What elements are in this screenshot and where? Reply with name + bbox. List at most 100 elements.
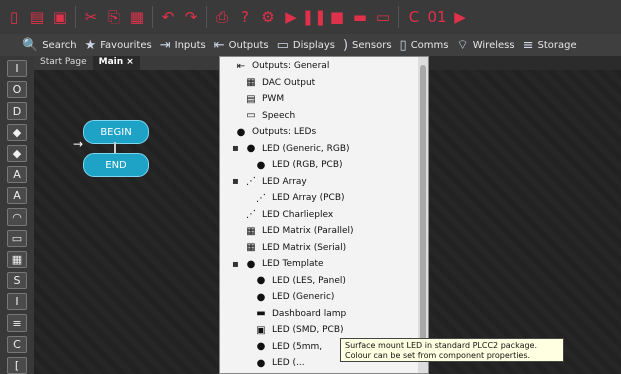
expander-icon[interactable]: ▪: [232, 176, 242, 187]
compile-c-icon[interactable]: C: [404, 6, 424, 28]
switch-command-icon[interactable]: ◆: [7, 144, 27, 163]
speech-icon: ▭: [246, 110, 256, 121]
dropdown-item-label: LED Charlieplex: [262, 209, 334, 220]
dropdown-item[interactable]: ● LED (LES, Panel): [220, 273, 418, 289]
simulation-command-icon[interactable]: S: [7, 272, 27, 290]
begin-block[interactable]: BEGIN: [83, 120, 149, 144]
dropdown-item[interactable]: ⇤ Outputs: General: [220, 58, 418, 74]
cut-icon[interactable]: ✂: [81, 6, 101, 28]
dropdown-item[interactable]: ▣ LED (SMD, PCB): [220, 322, 418, 338]
dropdown-item[interactable]: ▦ LED Matrix (Serial): [220, 240, 418, 256]
paste-icon[interactable]: ▦: [127, 6, 147, 28]
favourites-button[interactable]: ★ Favourites: [85, 38, 152, 53]
redo-icon[interactable]: ↷: [181, 6, 201, 28]
dropdown-item[interactable]: ▪ ⋰ LED Array: [220, 174, 418, 190]
dropdown-item-label: LED (...: [272, 358, 305, 368]
chip-icon[interactable]: ▬: [350, 6, 370, 28]
sensors-button[interactable]: ) Sensors: [343, 38, 392, 53]
dropdown-item-label: LED (Generic, RGB): [262, 143, 350, 154]
led-array-pcb-icon: ⋰: [256, 192, 266, 204]
undo-icon[interactable]: ↶: [158, 6, 178, 28]
toolbar-separator: [152, 6, 153, 28]
dropdown-item[interactable]: ▬ Dashboard lamp: [220, 306, 418, 322]
storage-button[interactable]: ≡ Storage: [523, 38, 577, 53]
inputs-button[interactable]: ⇥ Inputs: [160, 38, 206, 53]
displays-button[interactable]: ▭ Displays: [277, 38, 335, 53]
tab-start-page[interactable]: Start Page: [34, 56, 93, 70]
input-arrow-icon: ⇥: [159, 37, 171, 53]
new-file-icon[interactable]: ▯: [4, 6, 24, 28]
dac-icon: ▦: [246, 77, 256, 88]
run-icon[interactable]: ▶: [281, 6, 301, 28]
end-block[interactable]: END: [83, 153, 149, 177]
matrix-icon: ▦: [246, 225, 256, 237]
loop-command-icon[interactable]: A: [7, 187, 27, 205]
dropdown-scrollbar[interactable]: [418, 57, 428, 373]
comment-command-icon[interactable]: ≡: [7, 314, 27, 332]
dropdown-item-label: DAC Output: [262, 77, 316, 88]
sensor-icon: ): [342, 37, 349, 53]
expander-icon[interactable]: ▪: [232, 259, 242, 270]
macro-command-icon[interactable]: ◠: [7, 208, 27, 226]
dropdown-item[interactable]: ● Outputs: LEDs: [220, 124, 418, 140]
compile-hex-icon[interactable]: 01: [427, 6, 447, 28]
command-palette: I O D ◆ ◆ A A ◠ ▭ ▦ S I ≡ C [: [0, 56, 34, 374]
dropdown-item-label: LED (LES, Panel): [272, 275, 346, 286]
folder-icon: ⇤: [236, 60, 246, 72]
delay-command-icon[interactable]: D: [7, 102, 27, 120]
rgb-led-pcb-icon: ●: [256, 159, 266, 171]
dropdown-item[interactable]: ⋰ LED Array (PCB): [220, 190, 418, 206]
dropdown-item[interactable]: ⋰ LED Charlieplex: [220, 207, 418, 223]
dropdown-item-label: PWM: [262, 94, 285, 104]
led-smd-icon: ▣: [256, 324, 266, 336]
bracket-command-icon[interactable]: [: [7, 356, 27, 374]
toolbar-separator: [398, 6, 399, 28]
led-panel-icon: ●: [256, 275, 266, 286]
debug-icon[interactable]: ⚙: [258, 6, 278, 28]
copy-icon[interactable]: ⎘: [104, 6, 124, 28]
dropdown-item[interactable]: ▭ Speech: [220, 108, 418, 124]
board-icon[interactable]: ▭: [373, 6, 393, 28]
dropdown-item[interactable]: ▪ ● LED (Generic, RGB): [220, 141, 418, 157]
scrollbar-thumb[interactable]: [420, 65, 426, 345]
output-arrow-icon: ⇤: [213, 37, 225, 53]
pause-icon[interactable]: ❚❚: [301, 6, 326, 28]
stop-icon[interactable]: ■: [327, 6, 347, 28]
led-template-icon: ●: [246, 258, 256, 270]
decision-command-icon[interactable]: ◆: [7, 123, 27, 141]
monitor-icon: ▭: [276, 37, 289, 53]
dropdown-item-label: LED Template: [262, 259, 324, 269]
dropdown-item-label: Outputs: General: [252, 61, 330, 71]
comms-button[interactable]: ▯ Comms: [400, 38, 449, 53]
dropdown-item[interactable]: ▦ LED Matrix (Parallel): [220, 223, 418, 239]
search-button[interactable]: 🔍 Search: [22, 38, 77, 53]
output-command-icon[interactable]: O: [7, 81, 27, 99]
close-icon[interactable]: ×: [123, 57, 134, 67]
pwm-icon: ▤: [246, 93, 256, 105]
dropdown-item[interactable]: ▦ DAC Output: [220, 75, 418, 91]
input-command-icon[interactable]: I: [7, 60, 27, 78]
outputs-button[interactable]: ⇤ Outputs: [214, 38, 269, 53]
program-icon[interactable]: ▶: [450, 6, 470, 28]
open-file-icon[interactable]: ▤: [27, 6, 47, 28]
led-generic-icon: ●: [256, 291, 266, 303]
storage-icon: ≡: [522, 37, 534, 53]
dropdown-item[interactable]: ● LED (Generic): [220, 289, 418, 305]
search-icon: 🔍: [22, 37, 39, 53]
wireless-button[interactable]: ⌔ Wireless: [457, 37, 515, 53]
c-code-command-icon[interactable]: C: [7, 335, 27, 353]
dropdown-item[interactable]: ▤ PWM: [220, 91, 418, 107]
interrupt-command-icon[interactable]: I: [7, 293, 27, 311]
calc-command-icon[interactable]: A: [7, 166, 27, 184]
dropdown-item[interactable]: ● LED (RGB, PCB): [220, 157, 418, 173]
dropdown-item-label: LED Matrix (Parallel): [262, 226, 354, 236]
connection-command-icon[interactable]: ▦: [7, 250, 27, 269]
expander-icon[interactable]: ▪: [232, 143, 242, 154]
dropdown-item[interactable]: ▪ ● LED Template: [220, 256, 418, 272]
print-icon[interactable]: ⎙: [212, 6, 232, 28]
tab-main[interactable]: Main ×: [92, 56, 140, 70]
help-icon[interactable]: ?: [235, 6, 255, 28]
component-macro-icon[interactable]: ▭: [7, 229, 27, 247]
save-icon[interactable]: ▣: [50, 6, 70, 28]
start-arrow-icon: →: [73, 137, 84, 151]
